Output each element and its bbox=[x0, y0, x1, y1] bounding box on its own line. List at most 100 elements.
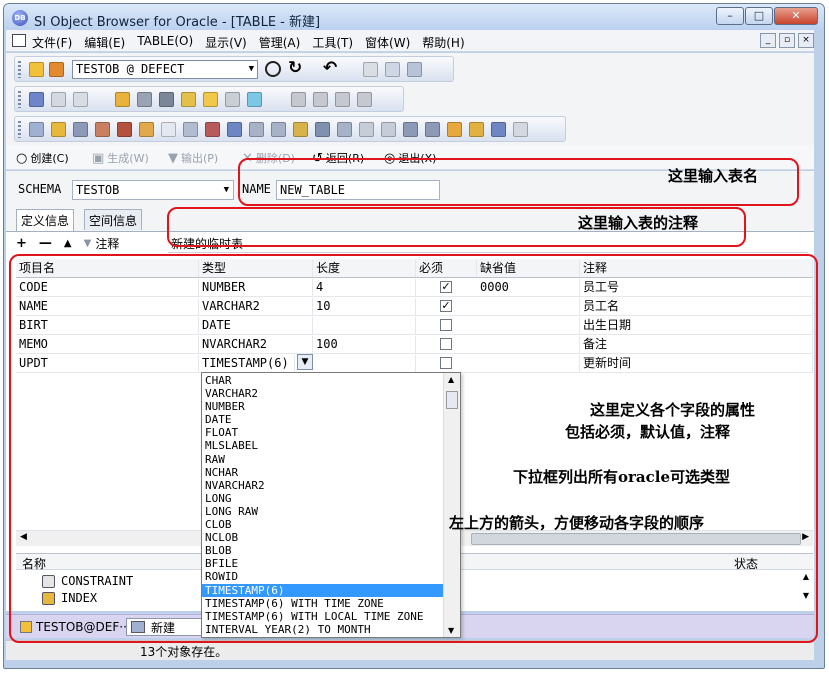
storage-icon[interactable] bbox=[159, 92, 174, 107]
key-icon[interactable] bbox=[51, 122, 66, 137]
view-icon[interactable] bbox=[73, 122, 88, 137]
shortcut-icon[interactable] bbox=[381, 122, 396, 137]
object-toolbar bbox=[14, 86, 404, 112]
mdi-minimize-button[interactable]: _ bbox=[760, 33, 776, 48]
annotation-arrows: 左上方的箭头，方便移动各字段的顺序 bbox=[449, 514, 705, 532]
help-icon[interactable] bbox=[513, 122, 528, 137]
output-button-label: 输出(P) bbox=[181, 152, 219, 165]
menu-view[interactable]: 显示(V) bbox=[205, 34, 247, 51]
toolbar-grip[interactable] bbox=[18, 61, 21, 78]
grid-icon[interactable] bbox=[293, 122, 308, 137]
annotation-dropdown: 下拉框列出所有oracle可选类型 bbox=[513, 468, 731, 486]
table-icon[interactable] bbox=[29, 122, 44, 137]
cut-icon[interactable] bbox=[363, 62, 378, 77]
window-title: SI Object Browser for Oracle - [TABLE - … bbox=[34, 15, 321, 30]
connection-status-icon[interactable] bbox=[265, 61, 281, 77]
session-icon[interactable] bbox=[247, 92, 262, 107]
minimize-button[interactable]: – bbox=[716, 7, 744, 25]
status-text: 13个对象存在。 bbox=[140, 645, 228, 659]
annotation-fields-line2: 包括必须，默认值，注释 bbox=[565, 423, 731, 441]
create-button[interactable]: ○ 创建(C) bbox=[16, 150, 69, 166]
annotation-table-comment: 这里输入表的注释 bbox=[578, 214, 699, 232]
paste-icon[interactable] bbox=[407, 62, 422, 77]
maximize-button[interactable]: □ bbox=[745, 7, 773, 25]
connect-icon[interactable] bbox=[29, 62, 44, 77]
tab-definition[interactable]: 定义信息 bbox=[16, 209, 75, 232]
tree-icon[interactable] bbox=[249, 122, 264, 137]
generate-button[interactable]: ▣ 生成(W) bbox=[92, 150, 149, 166]
menu-window[interactable]: 窗体(W) bbox=[365, 34, 410, 51]
package-icon[interactable] bbox=[139, 122, 154, 137]
add-row-icon[interactable]: + bbox=[16, 236, 27, 251]
menu-tools[interactable]: 工具(T) bbox=[312, 34, 353, 51]
annotation-fields-line1: 这里定义各个字段的属性 bbox=[590, 401, 756, 419]
synonym-icon[interactable] bbox=[95, 122, 110, 137]
generate-icon: ▣ bbox=[92, 150, 105, 166]
window-icon[interactable] bbox=[73, 92, 88, 107]
tab-space[interactable]: 空间信息 bbox=[84, 209, 143, 230]
app-logo-icon: DB bbox=[12, 10, 28, 26]
move-down-icon[interactable]: ▼ bbox=[84, 238, 92, 249]
menu-file[interactable]: 文件(F) bbox=[32, 34, 72, 51]
library-icon[interactable] bbox=[491, 122, 506, 137]
pages-icon[interactable] bbox=[225, 92, 240, 107]
menu-table[interactable]: TABLE(O) bbox=[137, 34, 193, 51]
snapshot-icon[interactable] bbox=[403, 122, 418, 137]
queue-icon[interactable] bbox=[447, 122, 462, 137]
schema-objects-toolbar bbox=[14, 116, 566, 142]
connection-select[interactable]: TESTOB @ DEFECT ▼ bbox=[72, 60, 258, 79]
chevron-down-icon: ▼ bbox=[248, 64, 254, 74]
mdi-restore-button[interactable]: ▫ bbox=[779, 33, 795, 48]
move-up-icon[interactable]: ▲ bbox=[64, 238, 72, 249]
copy-icon[interactable] bbox=[385, 62, 400, 77]
close-button[interactable]: ✕ bbox=[774, 7, 818, 25]
status-bar: 13个对象存在。 bbox=[6, 640, 814, 660]
menu-help[interactable]: 帮助(H) bbox=[422, 34, 464, 51]
toolbar-grip[interactable] bbox=[18, 121, 21, 138]
export-icon[interactable] bbox=[357, 92, 372, 107]
generate-button-label: 生成(W) bbox=[107, 152, 149, 165]
import-icon[interactable] bbox=[291, 92, 306, 107]
mdi-close-button[interactable]: × bbox=[798, 33, 814, 48]
table-list-icon[interactable] bbox=[51, 92, 66, 107]
procedure-icon[interactable] bbox=[161, 122, 176, 137]
menu-edit[interactable]: 编辑(E) bbox=[84, 34, 125, 51]
toolbar-grip[interactable] bbox=[18, 91, 21, 108]
type-icon[interactable] bbox=[359, 122, 374, 137]
cluster-icon[interactable] bbox=[337, 122, 352, 137]
schema-label: SCHEMA bbox=[18, 182, 62, 196]
remove-row-icon[interactable]: — bbox=[39, 236, 52, 251]
schema-select[interactable]: TESTOB ▼ bbox=[72, 180, 234, 200]
java-icon[interactable] bbox=[469, 122, 484, 137]
database-icon[interactable] bbox=[137, 92, 152, 107]
create-button-label: 创建(C) bbox=[30, 152, 69, 165]
title-bar[interactable]: DB SI Object Browser for Oracle - [TABLE… bbox=[4, 4, 824, 32]
sql-icon[interactable] bbox=[29, 92, 44, 107]
undo-icon[interactable]: ↶ bbox=[323, 58, 337, 78]
document-menu-icon[interactable] bbox=[12, 34, 26, 47]
comment-label: 注释 bbox=[95, 237, 120, 251]
annotation-table-name: 这里输入表名 bbox=[668, 167, 759, 185]
create-icon: ○ bbox=[16, 150, 28, 166]
schema-select-value: TESTOB bbox=[76, 183, 120, 197]
menu-manage[interactable]: 管理(A) bbox=[259, 34, 301, 51]
disconnect-icon[interactable] bbox=[49, 62, 64, 77]
row-tools: + — ▲ ▼ 注释 bbox=[16, 235, 131, 252]
toolbar-area: TESTOB @ DEFECT ▼ ↻ ↶ bbox=[6, 53, 814, 145]
cylinder-icon[interactable] bbox=[203, 92, 218, 107]
connection-select-value: TESTOB @ DEFECT bbox=[76, 62, 185, 76]
menu-bar: 文件(F) 编辑(E) TABLE(O) 显示(V) 管理(A) 工具(T) 窗… bbox=[6, 30, 814, 52]
trigger-icon[interactable] bbox=[205, 122, 220, 137]
job-icon[interactable] bbox=[425, 122, 440, 137]
tree-alt-icon[interactable] bbox=[271, 122, 286, 137]
compare-icon[interactable] bbox=[335, 92, 350, 107]
function-icon[interactable] bbox=[183, 122, 198, 137]
dblink-icon[interactable] bbox=[315, 122, 330, 137]
lock-icon[interactable] bbox=[181, 92, 196, 107]
user-icon[interactable] bbox=[115, 92, 130, 107]
output-button[interactable]: ▼ 输出(P) bbox=[168, 150, 218, 166]
index-icon[interactable] bbox=[227, 122, 242, 137]
refresh-icon[interactable]: ↻ bbox=[288, 58, 302, 78]
info-icon[interactable] bbox=[313, 92, 328, 107]
sequence-icon[interactable] bbox=[117, 122, 132, 137]
